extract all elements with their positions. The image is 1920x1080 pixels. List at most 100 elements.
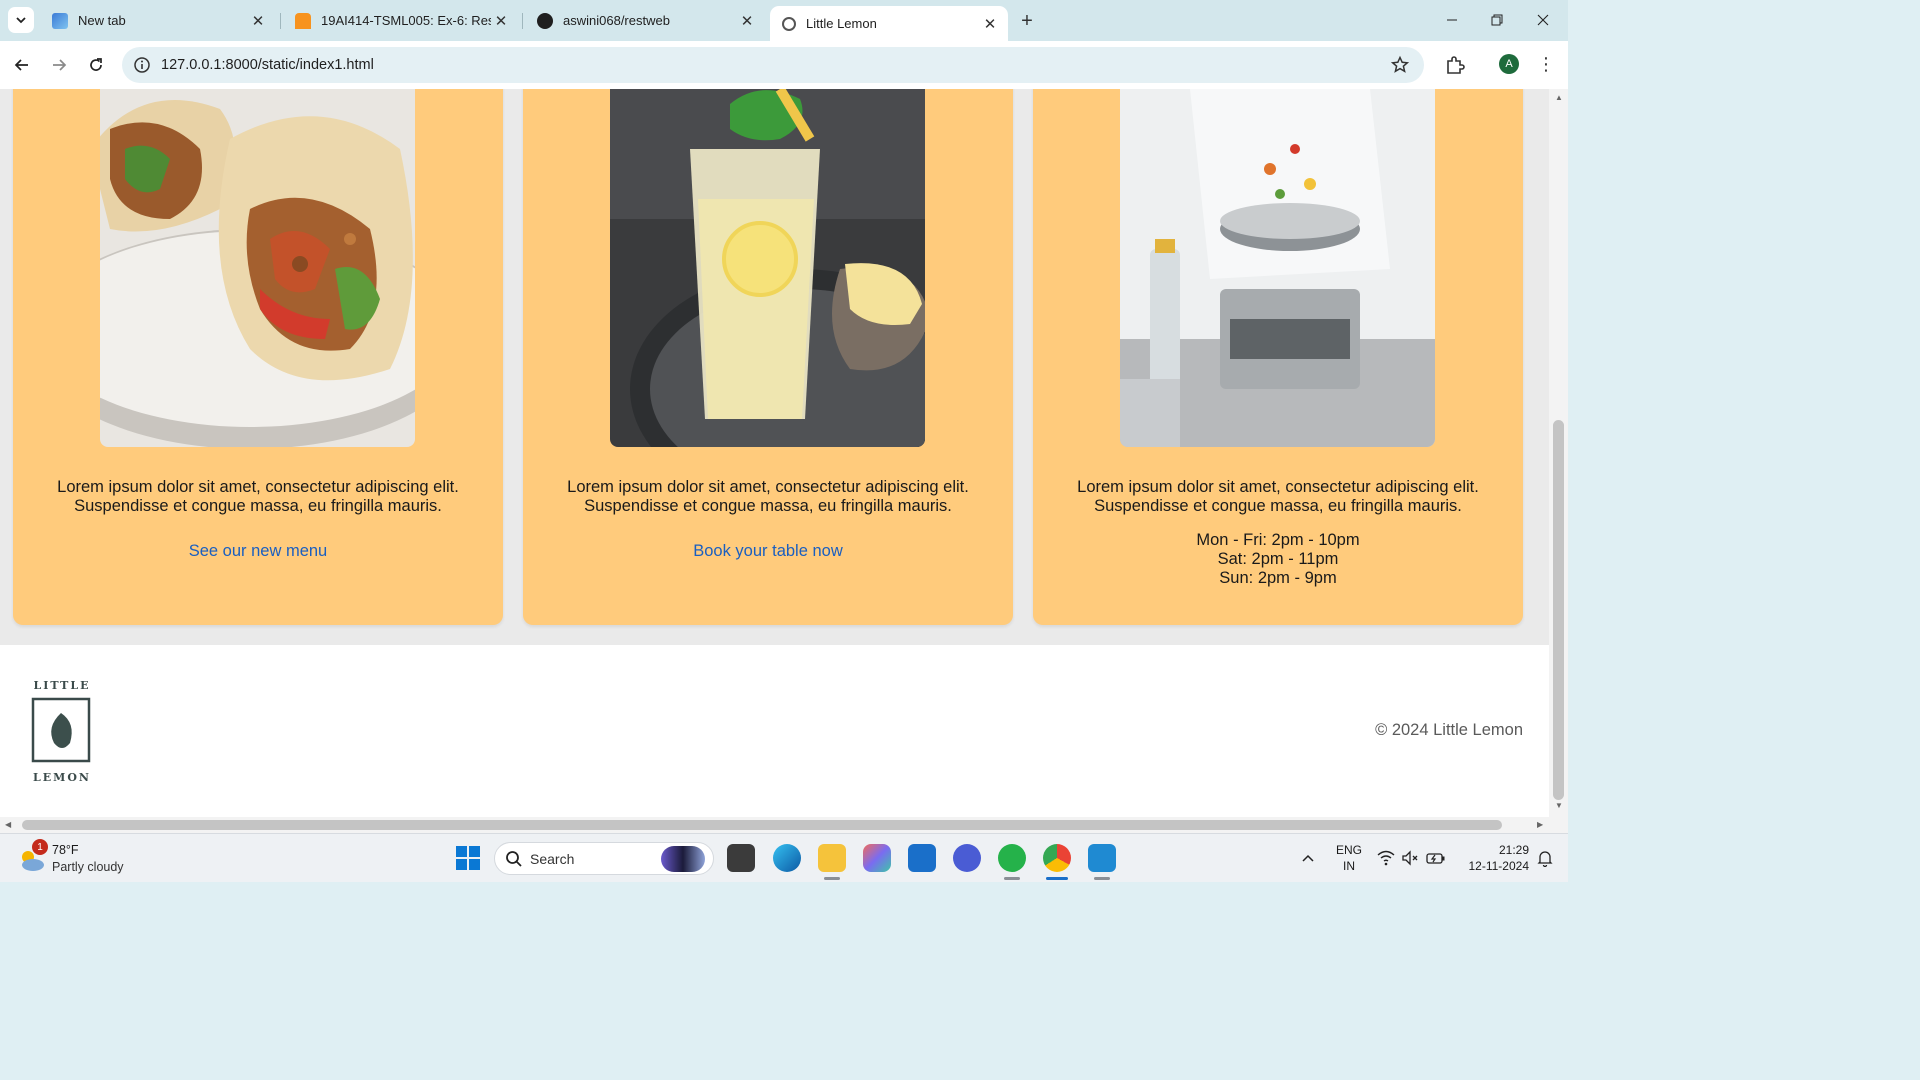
hours-weekdays: Mon - Fri: 2pm - 10pm [1196,531,1360,549]
chrome-icon[interactable] [1043,844,1071,872]
region-code: IN [1343,859,1355,873]
wifi-icon[interactable] [1377,850,1395,866]
tab-title: Little Lemon [806,16,877,31]
scroll-left-icon[interactable]: ◀ [5,820,11,829]
close-icon[interactable]: ✕ [248,11,268,31]
reload-button[interactable] [83,52,109,78]
page-viewport: Lorem ipsum dolor sit amet, consectetur … [0,89,1549,817]
close-icon[interactable]: ✕ [491,11,511,31]
opening-hours: Mon - Fri: 2pm - 10pm Sat: 2pm - 11pm Su… [1033,531,1523,588]
tab-divider [280,13,281,29]
app-icon[interactable] [953,844,981,872]
hours-sunday: Sun: 2pm - 9pm [1219,569,1337,587]
tab-github[interactable]: aswini068/restweb ✕ [525,6,765,35]
task-view-icon[interactable] [727,844,755,872]
hours-saturday: Sat: 2pm - 11pm [1217,550,1339,568]
menu-card-description: Lorem ipsum dolor sit amet, consectetur … [57,478,459,515]
scrollbar-corner [1549,817,1568,833]
language-indicator[interactable]: ENG IN [1332,842,1366,874]
little-lemon-logo: LITTLE LEMON [30,677,94,785]
search-label: Search [530,851,575,867]
browser-menu-icon[interactable]: ⋮ [1536,54,1556,74]
page-footer: LITTLE LEMON © 2024 Little Lemon [0,645,1549,817]
taskbar-search[interactable]: Search [494,842,714,875]
extensions-icon[interactable] [1443,53,1467,77]
bookmark-star-icon[interactable] [1390,55,1410,75]
chevron-up-icon[interactable] [1301,851,1315,865]
close-icon[interactable]: ✕ [737,11,757,31]
lemonade-photo [610,89,925,447]
globe-icon [782,16,796,31]
restore-icon [1491,14,1503,26]
scroll-down-icon[interactable]: ▼ [1555,801,1563,810]
horizontal-scroll-thumb[interactable] [22,820,1502,830]
file-explorer-icon[interactable] [818,844,846,872]
windows-logo-icon [456,846,480,870]
vertical-scrollbar[interactable]: ▲ ▼ [1549,89,1568,817]
menu-card: Lorem ipsum dolor sit amet, consectetur … [13,89,503,625]
scroll-right-icon[interactable]: ▶ [1537,820,1543,829]
language-code: ENG [1335,843,1362,857]
wrap-photo [100,89,415,447]
browser-toolbar: 127.0.0.1:8000/static/index1.html [0,41,1568,89]
weather-temp: 78°F [52,843,79,857]
notification-bell-icon[interactable] [1537,849,1553,867]
hours-card-description: Lorem ipsum dolor sit amet, consectetur … [1077,478,1479,515]
arrow-left-icon [14,59,28,71]
svg-text:LEMON: LEMON [33,771,91,784]
whatsapp-icon[interactable] [998,844,1026,872]
weather-badge: 1 [32,839,48,855]
windows-taskbar: 1 78°F Partly cloudy Search ENG IN 21:29… [0,833,1568,882]
tab-little-lemon[interactable]: Little Lemon ✕ [770,6,1008,41]
reload-icon [90,58,102,71]
weather-condition: Partly cloudy [52,860,124,874]
vscode-icon[interactable] [1088,844,1116,872]
tab-divider [522,13,523,29]
tab-title: aswini068/restweb [563,13,670,28]
footer-copyright: © 2024 Little Lemon [1375,721,1523,739]
tab-search-button[interactable] [8,7,34,33]
edge-icon[interactable] [773,844,801,872]
clock-date: 12-11-2024 [1468,859,1530,873]
new-tab-icon [52,12,68,29]
running-indicator [824,877,840,880]
running-indicator [1094,877,1110,880]
see-menu-link[interactable]: See our new menu [13,542,503,561]
active-app-indicator [1046,877,1068,880]
back-button[interactable] [9,52,35,78]
chef-photo [1120,89,1435,447]
scroll-up-icon[interactable]: ▲ [1555,93,1563,102]
tab-moodle[interactable]: 19AI414-TSML005: Ex-6: Restau ✕ [283,6,519,35]
vertical-scroll-thumb[interactable] [1553,420,1564,800]
speaker-muted-icon[interactable] [1401,850,1419,866]
tab-new-tab[interactable]: New tab ✕ [40,6,276,35]
search-icon [506,851,522,867]
address-bar[interactable]: 127.0.0.1:8000/static/index1.html [122,47,1424,83]
site-info-icon[interactable] [132,55,152,75]
clock-time: 21:29 [1498,843,1529,857]
minimize-icon [1447,19,1457,21]
forward-button[interactable] [46,52,72,78]
close-icon[interactable]: ✕ [980,14,1000,34]
tab-title: 19AI414-TSML005: Ex-6: Restau [321,13,491,28]
copilot-icon[interactable] [863,844,891,872]
github-icon [537,12,553,29]
minimize-button[interactable] [1429,0,1475,40]
close-icon [1537,14,1549,26]
moodle-icon [295,12,311,29]
horizontal-scrollbar[interactable]: ◀ ▶ [0,817,1549,833]
profile-avatar[interactable]: A [1499,54,1519,74]
svg-text:LITTLE: LITTLE [34,679,91,692]
start-button[interactable] [454,844,482,872]
booking-card: Lorem ipsum dolor sit amet, consectetur … [523,89,1013,625]
hours-card: Lorem ipsum dolor sit amet, consectetur … [1033,89,1523,625]
microsoft-store-icon[interactable] [908,844,936,872]
restore-button[interactable] [1474,0,1520,40]
window-close-button[interactable] [1520,0,1566,40]
battery-icon[interactable] [1426,850,1446,866]
booking-card-description: Lorem ipsum dolor sit amet, consectetur … [567,478,969,515]
clock[interactable]: 21:29 12-11-2024 [1455,842,1530,874]
book-table-link[interactable]: Book your table now [523,542,1013,561]
new-tab-button[interactable]: + [1015,9,1039,33]
arrow-right-icon [53,59,67,71]
